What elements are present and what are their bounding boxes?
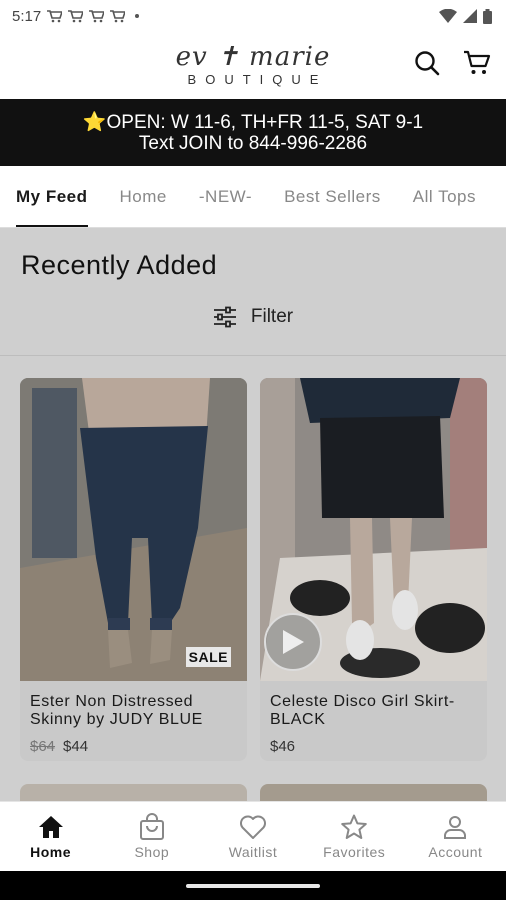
nav-label: Home [30, 844, 72, 860]
nav-label: Favorites [323, 844, 386, 860]
heart-icon [239, 813, 267, 841]
tab-home[interactable]: Home [104, 166, 183, 227]
filter-sliders-icon [213, 306, 236, 328]
product-name[interactable]: Celeste Disco Girl Skirt-BLACK [270, 693, 477, 729]
announcement-line-text-join: Text JOIN to 844-996-2286 [138, 132, 368, 154]
original-price: $64 [30, 738, 56, 755]
cart-notification-icon [110, 9, 126, 22]
tab-all-tops[interactable]: All Tops [397, 166, 492, 227]
home-icon [37, 813, 65, 841]
sale-price: $44 [63, 738, 89, 755]
cart-notification-icon [89, 9, 105, 22]
product-image[interactable]: SALE [20, 378, 247, 681]
nav-shop[interactable]: Shop [101, 802, 202, 871]
nav-label: Account [428, 844, 483, 860]
brand-logo[interactable]: ev ✝ marie BOUTIQUE [176, 44, 331, 87]
product-card[interactable]: SALE Ester Non Distressed Skinny by JUDY… [20, 378, 247, 761]
search-icon [415, 51, 440, 76]
product-card-peek[interactable] [260, 784, 487, 801]
cart-button[interactable] [462, 48, 492, 78]
filter-label: Filter [250, 306, 294, 327]
nav-favorites[interactable]: Favorites [304, 802, 405, 871]
tab-new[interactable]: -NEW- [183, 166, 268, 227]
app-header: ev ✝ marie BOUTIQUE [0, 32, 506, 99]
product-card-peek[interactable] [20, 784, 247, 801]
nav-home[interactable]: Home [0, 802, 101, 871]
bottom-navigation: Home Shop Waitlist Favorites Account [0, 801, 506, 871]
nav-label: Shop [134, 844, 170, 860]
nav-waitlist[interactable]: Waitlist [202, 802, 303, 871]
notification-dot-icon [135, 14, 140, 18]
play-video-button[interactable] [264, 613, 322, 671]
sale-badge: SALE [185, 647, 231, 667]
shopping-bag-icon [138, 813, 166, 841]
tab-best-sellers[interactable]: Best Sellers [268, 166, 397, 227]
logo-subtitle: BOUTIQUE [187, 72, 328, 87]
product-image[interactable] [260, 378, 487, 681]
feed-content: Recently Added Filter SALE Ester Non Dis… [0, 228, 506, 801]
category-tabs: My Feed Home -NEW- Best Sellers All Tops [0, 166, 506, 228]
product-card[interactable]: Celeste Disco Girl Skirt-BLACK $46 [260, 378, 487, 761]
signal-icon [463, 9, 477, 23]
nav-label: Waitlist [228, 844, 278, 860]
status-time: 5:17 [12, 7, 42, 25]
announcement-line-hours: ⭐OPEN: W 11-6, TH+FR 11-5, SAT 9-1 [82, 111, 424, 133]
battery-icon [483, 8, 492, 24]
tab-my-feed[interactable]: My Feed [0, 166, 104, 227]
system-gesture-bar [0, 871, 506, 900]
divider [0, 355, 506, 356]
price: $46 [270, 738, 296, 755]
home-gesture-handle[interactable] [186, 884, 320, 888]
person-icon [441, 813, 469, 841]
product-name[interactable]: Ester Non Distressed Skinny by JUDY BLUE [30, 693, 237, 729]
star-icon [340, 813, 368, 841]
cart-notification-icon [47, 9, 63, 22]
filter-button[interactable]: Filter [0, 306, 506, 328]
status-bar: 5:17 [0, 0, 506, 32]
logo-script: ev ✝ marie [175, 42, 331, 72]
play-icon [283, 630, 304, 654]
announcement-banner[interactable]: ⭐OPEN: W 11-6, TH+FR 11-5, SAT 9-1 Text … [0, 99, 506, 166]
nav-account[interactable]: Account [405, 802, 506, 871]
section-title: Recently Added [21, 250, 218, 280]
cart-notification-icon [68, 9, 84, 22]
cart-icon [464, 50, 491, 74]
wifi-icon [439, 9, 457, 23]
search-button[interactable] [412, 48, 442, 78]
